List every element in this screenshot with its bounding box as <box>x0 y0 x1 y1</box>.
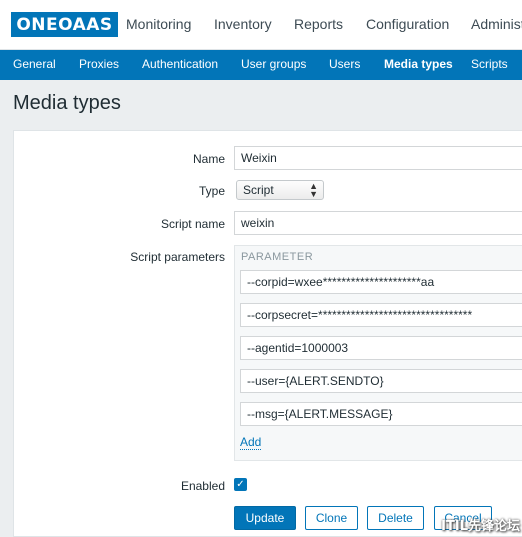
parameter-input-user[interactable]: --user={ALERT.SENDTO} <box>240 369 522 393</box>
subnav-general[interactable]: General <box>13 57 56 71</box>
type-select-value: Script <box>243 183 274 197</box>
oneoaas-logo[interactable]: ONEOAAS <box>11 12 118 37</box>
add-parameter-link[interactable]: Add <box>240 436 262 450</box>
parameter-input-corpid[interactable]: --corpid=wxee*********************aa <box>240 270 522 294</box>
top-navigation: ONEOAAS Monitoring Inventory Reports Con… <box>0 0 522 50</box>
script-name-label: Script name <box>160 217 225 231</box>
name-label: Name <box>192 152 225 166</box>
enabled-checkbox[interactable]: ✓ <box>234 478 247 491</box>
select-arrows-icon: ▲ ▼ <box>309 181 318 199</box>
name-input[interactable]: Weixin <box>234 146 522 170</box>
subnav-proxies[interactable]: Proxies <box>79 57 119 71</box>
sub-navigation: General Proxies Authentication User grou… <box>0 50 522 80</box>
menu-administration[interactable]: Administ <box>471 16 522 32</box>
clone-button[interactable]: Clone <box>305 506 358 530</box>
parameter-input-msg[interactable]: --msg={ALERT.MESSAGE} <box>240 402 522 426</box>
menu-configuration[interactable]: Configuration <box>366 16 449 32</box>
type-label: Type <box>198 184 225 198</box>
subnav-user-groups[interactable]: User groups <box>241 57 306 71</box>
parameter-column-header: PARAMETER <box>241 251 314 263</box>
forum-watermark: ITIL先锋论坛 <box>441 519 520 534</box>
type-select[interactable]: Script ▲ ▼ <box>236 180 324 200</box>
subnav-authentication[interactable]: Authentication <box>142 57 218 71</box>
parameter-input-agentid[interactable]: --agentid=1000003 <box>240 336 522 360</box>
parameter-input-corpsecret[interactable]: --corpsecret=***************************… <box>240 303 522 327</box>
enabled-label: Enabled <box>180 479 225 493</box>
menu-reports[interactable]: Reports <box>294 16 343 32</box>
delete-button[interactable]: Delete <box>367 506 424 530</box>
subnav-scripts[interactable]: Scripts <box>471 57 508 71</box>
menu-inventory[interactable]: Inventory <box>214 16 272 32</box>
update-button[interactable]: Update <box>234 506 296 530</box>
subnav-users[interactable]: Users <box>329 57 360 71</box>
subnav-media-types[interactable]: Media types <box>384 57 453 71</box>
menu-monitoring[interactable]: Monitoring <box>126 16 191 32</box>
script-parameters-label: Script parameters <box>130 250 225 264</box>
page-title: Media types <box>13 92 121 114</box>
script-name-input[interactable]: weixin <box>234 211 522 235</box>
